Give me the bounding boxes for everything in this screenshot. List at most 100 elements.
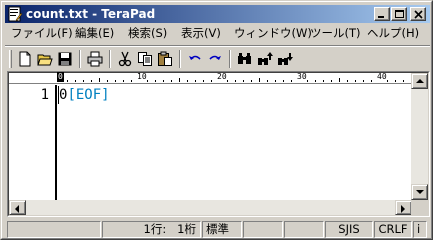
ruler-tick (307, 80, 308, 82)
ruler-tick (275, 80, 276, 82)
find-icon[interactable] (236, 50, 254, 68)
line-number: 1 (40, 87, 49, 103)
title-bar[interactable]: count.txt - TeraPad (5, 5, 430, 23)
menu-search[interactable]: 検索(S) (128, 26, 167, 40)
status-encoding: SJIS (325, 221, 373, 238)
toolbar-separator (109, 50, 111, 68)
ruler-tick (259, 78, 260, 82)
status-blank-3 (284, 221, 324, 238)
menu-tools[interactable]: ツール(T) (310, 26, 361, 40)
ruler-tick (363, 80, 364, 82)
find-next-icon[interactable] (276, 50, 294, 68)
menu-window[interactable]: ウィンドウ(W) (234, 26, 312, 40)
ruler-tick (403, 80, 404, 82)
find-prev-icon[interactable] (256, 50, 274, 68)
ruler-label: 10 (137, 72, 147, 81)
ruler-tick (227, 80, 228, 82)
ruler-tick (75, 80, 76, 82)
ruler-tick (251, 80, 252, 82)
eof-marker: [EOF] (67, 87, 110, 103)
vertical-scrollbar[interactable] (411, 73, 428, 200)
cut-icon[interactable] (116, 50, 134, 68)
editor-frame: 0 10 20 30 40 1 0[EOF] (7, 71, 430, 217)
text-line[interactable]: 0[EOF] (59, 87, 110, 103)
maximize-button[interactable] (391, 7, 407, 21)
scrollbar-corner (411, 200, 428, 215)
undo-icon[interactable] (186, 50, 204, 68)
ruler-tick (387, 80, 388, 82)
window-title: count.txt - TeraPad (26, 7, 156, 21)
status-blank (7, 221, 101, 238)
status-line: 1行: (143, 222, 167, 236)
save-icon[interactable] (56, 50, 74, 68)
ruler-label: 30 (297, 72, 307, 81)
terapad-app-icon[interactable] (7, 6, 23, 22)
ruler-tick (131, 80, 132, 82)
scroll-right-button[interactable] (395, 200, 412, 215)
copy-icon[interactable] (136, 50, 154, 68)
column-ruler: 0 10 20 30 40 (9, 72, 412, 84)
ruler-scale: 0 10 20 30 40 (57, 72, 412, 83)
ruler-label: 0 (57, 72, 64, 82)
ruler-tick (179, 78, 180, 82)
print-icon[interactable] (86, 50, 104, 68)
open-folder-icon[interactable] (36, 50, 54, 68)
ruler-tick (235, 80, 236, 82)
application-window: count.txt - TeraPad ファイル(F) 編集(E) 検索(S) … (0, 0, 433, 240)
ruler-tick (315, 80, 316, 82)
ruler-tick (347, 80, 348, 82)
ruler-tick (195, 80, 196, 82)
horizontal-scrollbar[interactable] (9, 200, 412, 215)
ruler-tick (267, 80, 268, 82)
ruler-tick (283, 80, 284, 82)
ruler-tick (395, 80, 396, 82)
ruler-tick (83, 80, 84, 82)
toolbar-separator (179, 50, 181, 68)
ruler-label: 40 (377, 72, 387, 81)
redo-icon[interactable] (206, 50, 224, 68)
scroll-down-button[interactable] (411, 184, 428, 200)
ruler-tick (323, 80, 324, 82)
ruler-tick (211, 80, 212, 82)
scroll-up-button[interactable] (411, 73, 428, 89)
status-column: 1桁 (177, 222, 196, 236)
new-file-icon[interactable] (16, 50, 34, 68)
ruler-tick (115, 80, 116, 82)
minimize-button[interactable] (374, 7, 390, 21)
toolbar-separator (229, 50, 231, 68)
ruler-tick (371, 80, 372, 82)
ruler-tick (291, 80, 292, 82)
ruler-tick (203, 80, 204, 82)
toolbar-separator (79, 50, 81, 68)
ruler-tick (107, 80, 108, 82)
ruler-tick (99, 78, 100, 82)
ruler-tick (339, 78, 340, 82)
ruler-tick (163, 80, 164, 82)
menu-view[interactable]: 表示(V) (181, 26, 221, 40)
menu-bar: ファイル(F) 編集(E) 検索(S) 表示(V) ウィンドウ(W) ツール(T… (5, 23, 430, 43)
ruler-tick (243, 80, 244, 82)
status-newline: CRLF (374, 221, 412, 238)
ruler-tick (155, 80, 156, 82)
ruler-tick (187, 80, 188, 82)
menu-help[interactable]: ヘルプ(H) (367, 26, 419, 40)
menu-edit[interactable]: 編集(E) (75, 26, 114, 40)
toolbar-grip[interactable] (9, 50, 12, 68)
ruler-tick (331, 80, 332, 82)
status-position: 1行: 1桁 (102, 221, 201, 238)
toolbar (5, 45, 430, 71)
ruler-tick (355, 80, 356, 82)
scroll-left-button[interactable] (9, 200, 26, 215)
menu-file[interactable]: ファイル(F) (11, 26, 73, 40)
status-blank-2 (243, 221, 283, 238)
paste-icon[interactable] (156, 50, 174, 68)
ruler-tick (171, 80, 172, 82)
ruler-tick (91, 80, 92, 82)
text-editor[interactable]: 0 10 20 30 40 1 0[EOF] (8, 72, 429, 216)
gutter-divider (55, 85, 57, 206)
close-button[interactable] (410, 7, 426, 21)
status-ime: i (413, 221, 427, 238)
ruler-tick (67, 80, 68, 82)
ruler-tick (123, 80, 124, 82)
status-mode: 標準 (202, 221, 242, 238)
